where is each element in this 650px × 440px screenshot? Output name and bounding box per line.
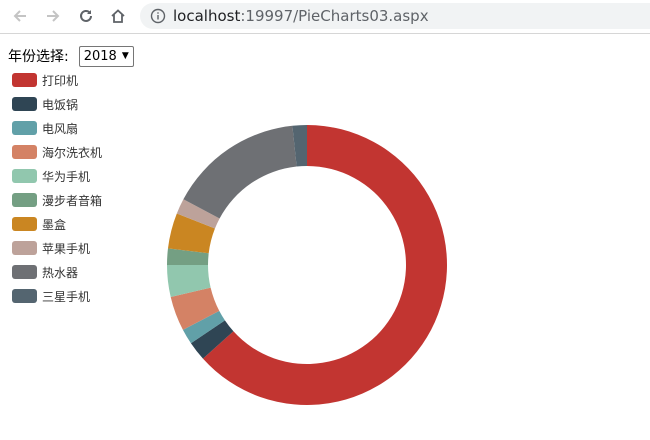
donut-slice[interactable] xyxy=(183,125,297,219)
donut-chart xyxy=(167,125,447,406)
